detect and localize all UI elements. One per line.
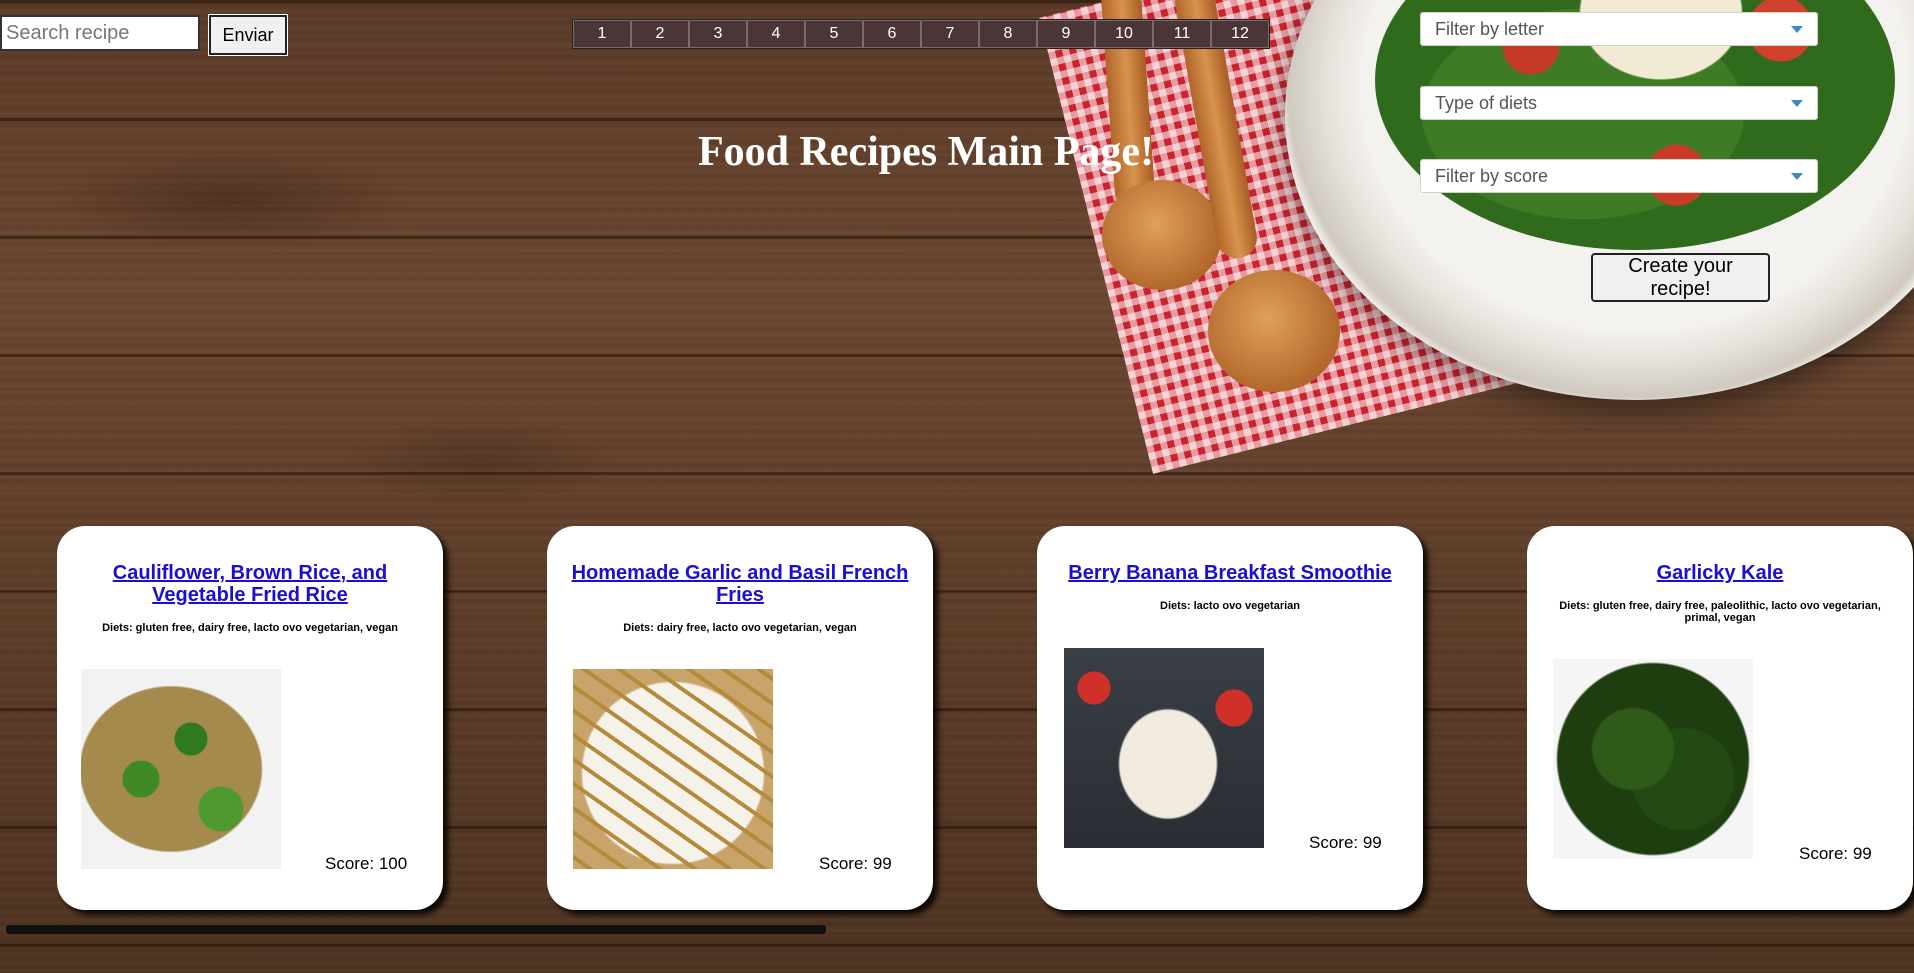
page-button-10[interactable]: 10 [1095, 20, 1153, 48]
chevron-down-icon [1791, 25, 1803, 33]
filter-letter-select[interactable]: Filter by letter [1420, 12, 1818, 46]
create-recipe-button[interactable]: Create your recipe! [1591, 253, 1770, 302]
search-input[interactable] [0, 15, 200, 51]
recipe-title-link[interactable]: Berry Banana Breakfast Smoothie [1055, 562, 1405, 584]
recipe-title-link[interactable]: Homemade Garlic and Basil French Fries [565, 562, 915, 606]
recipe-image [573, 669, 773, 869]
horizontal-scrollbar[interactable] [6, 925, 826, 934]
page-button-11[interactable]: 11 [1153, 20, 1211, 48]
recipe-card: Garlicky Kale Diets: gluten free, dairy … [1527, 526, 1913, 910]
recipe-card: Cauliflower, Brown Rice, and Vegetable F… [57, 526, 443, 910]
pagination: 1 2 3 4 5 6 7 8 9 10 11 12 [572, 19, 1270, 49]
recipe-score: Score: 99 [1309, 833, 1382, 852]
filter-diets-label: Type of diets [1435, 92, 1538, 113]
recipe-diets: Diets: dairy free, lacto ovo vegetarian,… [623, 622, 857, 634]
page-button-2[interactable]: 2 [631, 20, 689, 48]
recipe-diets: Diets: gluten free, dairy free, paleolit… [1559, 600, 1881, 624]
recipe-image [1064, 648, 1264, 848]
page-button-5[interactable]: 5 [805, 20, 863, 48]
recipe-image [1553, 659, 1753, 859]
recipe-image [81, 669, 281, 869]
recipe-diets: Diets: gluten free, dairy free, lacto ov… [102, 622, 398, 634]
recipe-score: Score: 99 [1799, 844, 1872, 863]
page-button-6[interactable]: 6 [863, 20, 921, 48]
page-button-4[interactable]: 4 [747, 20, 805, 48]
chevron-down-icon [1791, 99, 1803, 107]
filter-letter-label: Filter by letter [1435, 18, 1545, 39]
filter-score-label: Filter by score [1435, 165, 1549, 186]
page-button-8[interactable]: 8 [979, 20, 1037, 48]
page-button-7[interactable]: 7 [921, 20, 979, 48]
filter-score-select[interactable]: Filter by score [1420, 159, 1818, 193]
recipe-card: Berry Banana Breakfast Smoothie Diets: l… [1037, 526, 1423, 910]
recipe-title-link[interactable]: Garlicky Kale [1545, 562, 1895, 584]
filter-diets-select[interactable]: Type of diets [1420, 86, 1818, 120]
wooden-spoon-right-bowl [1208, 270, 1340, 392]
recipe-score: Score: 99 [819, 854, 892, 873]
page-button-9[interactable]: 9 [1037, 20, 1095, 48]
page-button-1[interactable]: 1 [573, 20, 631, 48]
recipe-title-link[interactable]: Cauliflower, Brown Rice, and Vegetable F… [75, 562, 425, 606]
page-button-3[interactable]: 3 [689, 20, 747, 48]
chevron-down-icon [1791, 172, 1803, 180]
page-button-12[interactable]: 12 [1211, 20, 1269, 48]
recipe-diets: Diets: lacto ovo vegetarian [1160, 600, 1300, 612]
recipe-card: Homemade Garlic and Basil French Fries D… [547, 526, 933, 910]
recipe-score: Score: 100 [325, 854, 408, 873]
search-submit-button[interactable]: Enviar [208, 14, 288, 56]
wooden-spoon-left-bowl [1102, 180, 1222, 290]
